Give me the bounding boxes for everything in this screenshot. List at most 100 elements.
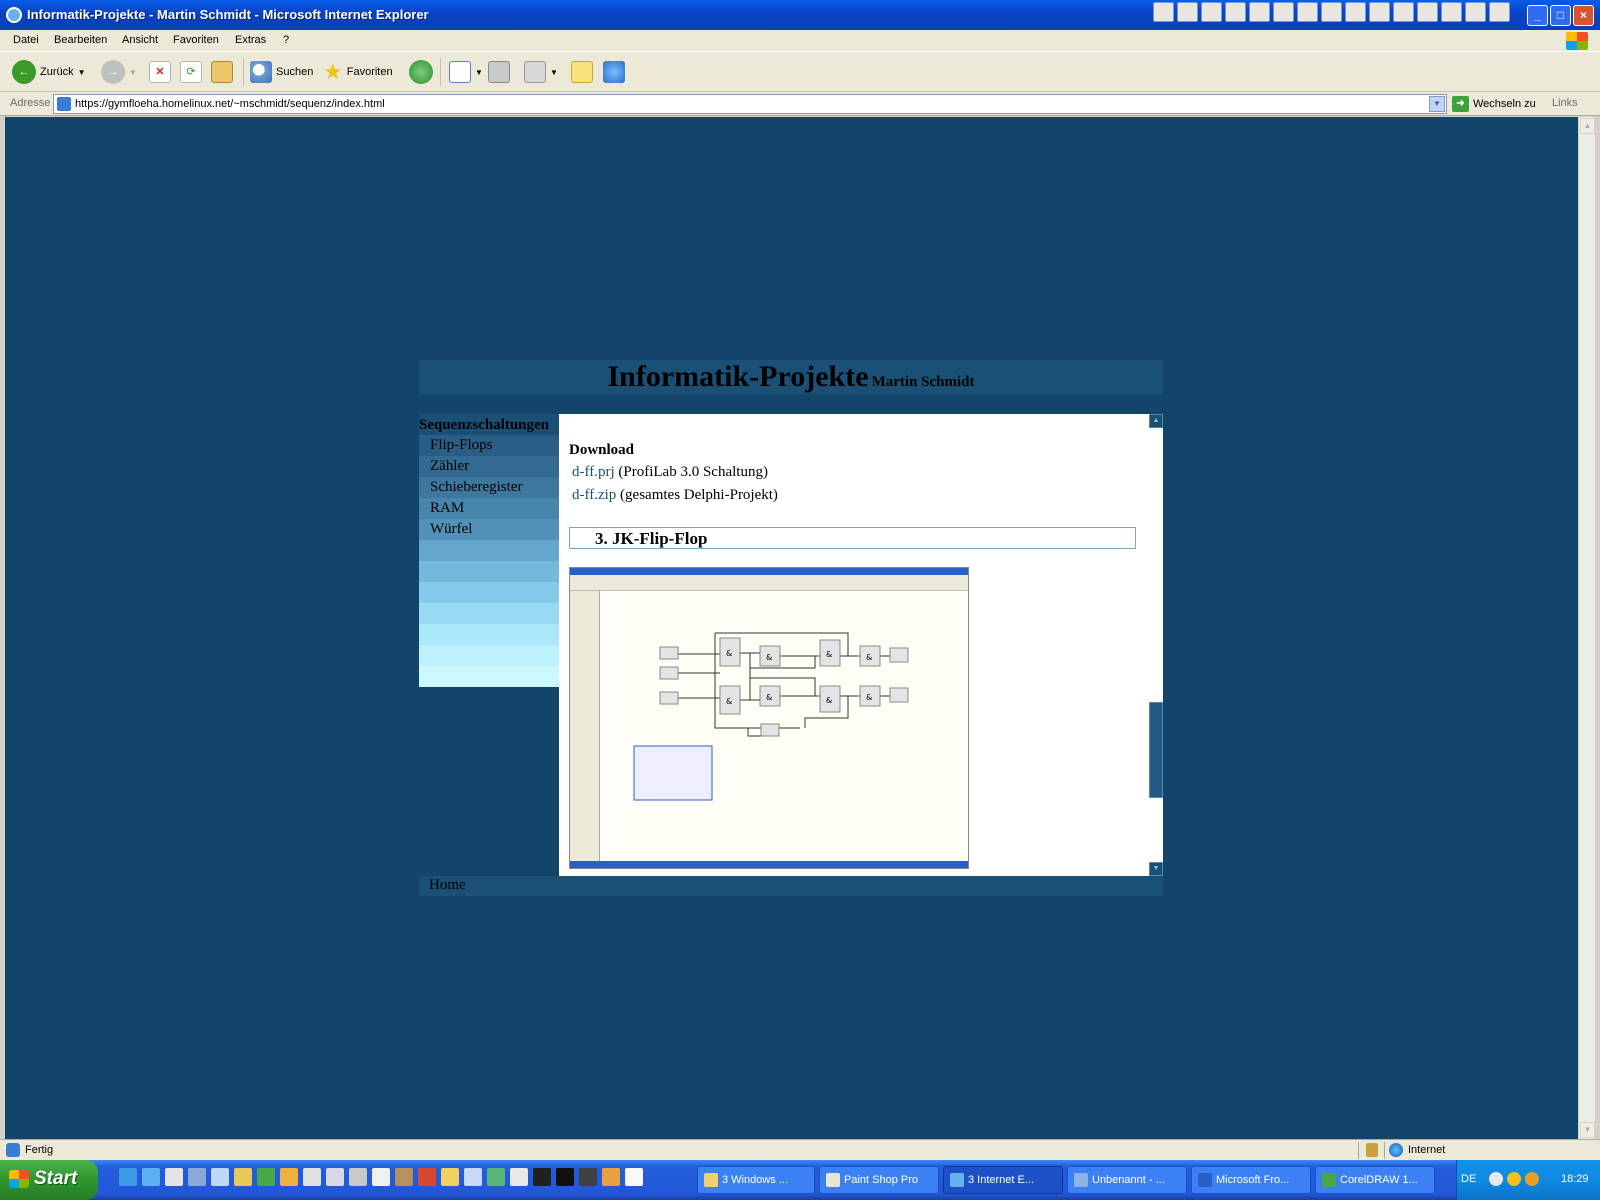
app-shortcut-icon[interactable] <box>1489 2 1510 22</box>
app-shortcut-icon[interactable] <box>1345 2 1366 22</box>
app-icon[interactable] <box>372 1168 390 1186</box>
close-button[interactable]: × <box>1573 5 1594 26</box>
download-link-prj[interactable]: d-ff.prj <box>572 464 615 480</box>
app-icon[interactable] <box>487 1168 505 1186</box>
app-icon[interactable] <box>280 1168 298 1186</box>
app-shortcut-icon[interactable] <box>1249 2 1270 22</box>
language-indicator[interactable]: DE <box>1461 1173 1476 1185</box>
stop-icon[interactable]: ✕ <box>149 61 171 83</box>
history-icon[interactable] <box>409 60 433 84</box>
app-icon[interactable] <box>464 1168 482 1186</box>
app-icon[interactable] <box>349 1168 367 1186</box>
task-microsoft-frontpage[interactable]: Microsoft Fro... <box>1191 1166 1311 1194</box>
app-icon[interactable] <box>257 1168 275 1186</box>
app-icon[interactable] <box>326 1168 344 1186</box>
network-icon[interactable] <box>1489 1172 1503 1186</box>
powerpoint-icon[interactable] <box>1417 2 1438 22</box>
app-icon[interactable] <box>395 1168 413 1186</box>
scroll-up-icon[interactable]: ▲ <box>1149 414 1163 428</box>
edit-button[interactable]: ▼ <box>524 60 558 84</box>
home-link[interactable]: Home <box>429 877 466 894</box>
scroll-down-icon[interactable]: ▼ <box>1149 862 1163 876</box>
minimize-button[interactable]: _ <box>1527 5 1548 26</box>
access-icon[interactable] <box>1465 2 1486 22</box>
menu-favoriten[interactable]: Favoriten <box>173 34 219 46</box>
tray-icon[interactable] <box>1507 1172 1521 1186</box>
ie-icon[interactable] <box>142 1168 160 1186</box>
menu-datei[interactable]: Datei <box>13 34 39 46</box>
chevron-down-icon[interactable]: ▼ <box>1429 96 1445 112</box>
app-icon[interactable] <box>602 1168 620 1186</box>
app-shortcut-icon[interactable] <box>1201 2 1222 22</box>
app-icon[interactable] <box>441 1168 459 1186</box>
app-icon[interactable] <box>510 1168 528 1186</box>
address-url[interactable]: https://gymfloeha.homelinux.net/~mschmid… <box>75 98 385 110</box>
folder-icon[interactable] <box>234 1168 252 1186</box>
ie-icon[interactable] <box>119 1168 137 1186</box>
app-shortcut-icon[interactable] <box>1441 2 1462 22</box>
app-shortcut-icon[interactable] <box>1321 2 1342 22</box>
page-done-icon <box>6 1143 20 1157</box>
maximize-button[interactable]: □ <box>1550 5 1571 26</box>
sidebar-item-flip-flops[interactable]: Flip-Flops <box>419 435 559 456</box>
scroll-up-icon[interactable]: ▲ <box>1580 118 1595 134</box>
app-icon[interactable] <box>556 1168 574 1186</box>
chevron-down-icon[interactable]: ▼ <box>129 68 137 77</box>
app-icon[interactable] <box>625 1168 643 1186</box>
menu-bearbeiten[interactable]: Bearbeiten <box>54 34 107 46</box>
discuss-icon[interactable] <box>571 61 593 83</box>
sidebar-item-zaehler[interactable]: Zähler <box>419 456 559 477</box>
chevron-down-icon[interactable]: ▼ <box>78 68 86 77</box>
app-shortcut-icon[interactable] <box>1273 2 1294 22</box>
chevron-down-icon[interactable]: ▼ <box>475 68 483 77</box>
messenger-icon[interactable] <box>603 61 625 83</box>
task-unbenannt[interactable]: Unbenannt - ... <box>1067 1166 1187 1194</box>
back-button[interactable]: ← Zurück ▼ <box>12 60 86 84</box>
scroll-down-icon[interactable]: ▼ <box>1580 1122 1595 1138</box>
word-icon[interactable] <box>1369 2 1390 22</box>
app-icon[interactable] <box>165 1168 183 1186</box>
favorites-button[interactable]: ★ Favoriten <box>323 59 393 84</box>
links-toolbar[interactable]: Links <box>1552 97 1578 109</box>
content-scrollbar[interactable]: ▲ ▼ <box>1148 414 1163 876</box>
section-heading-box: 3. JK-Flip-Flop <box>569 527 1136 549</box>
app-shortcut-icon[interactable] <box>1177 2 1198 22</box>
app-icon[interactable] <box>579 1168 597 1186</box>
sidebar-item-schieberegister[interactable]: Schieberegister <box>419 477 559 498</box>
app-shortcut-icon[interactable] <box>1153 2 1174 22</box>
task-windows-explorer[interactable]: 3 Windows ... <box>697 1166 815 1194</box>
print-icon[interactable] <box>488 61 510 83</box>
app-icon[interactable] <box>303 1168 321 1186</box>
start-button[interactable]: Start <box>0 1160 98 1200</box>
refresh-icon[interactable]: ⟳ <box>180 61 202 83</box>
console-icon[interactable] <box>533 1168 551 1186</box>
chevron-down-icon[interactable]: ▼ <box>550 68 558 77</box>
app-icon[interactable] <box>188 1168 206 1186</box>
task-coreldraw[interactable]: CorelDRAW 1... <box>1315 1166 1435 1194</box>
window-titlebar[interactable]: Informatik-Projekte - Martin Schmidt - M… <box>0 0 1600 30</box>
forward-button[interactable]: → ▼ <box>101 60 137 84</box>
sidebar-item-ram[interactable]: RAM <box>419 498 559 519</box>
section-title: 3. JK-Flip-Flop <box>595 529 708 548</box>
task-internet-explorer[interactable]: 3 Internet E... <box>943 1166 1063 1194</box>
menu-help[interactable]: ? <box>283 34 289 46</box>
address-input[interactable]: https://gymfloeha.homelinux.net/~mschmid… <box>53 94 1447 114</box>
excel-icon[interactable] <box>1393 2 1414 22</box>
menu-ansicht[interactable]: Ansicht <box>122 34 158 46</box>
mail-icon[interactable] <box>1225 2 1246 22</box>
scroll-thumb[interactable] <box>1149 702 1163 798</box>
search-button[interactable]: Suchen <box>250 60 313 84</box>
search-label: Suchen <box>276 66 314 78</box>
app-icon[interactable] <box>211 1168 229 1186</box>
menu-extras[interactable]: Extras <box>235 34 266 46</box>
app-icon[interactable] <box>418 1168 436 1186</box>
home-icon[interactable] <box>211 61 233 83</box>
go-button[interactable]: ➜ Wechseln zu <box>1452 96 1536 112</box>
app-shortcut-icon[interactable] <box>1297 2 1318 22</box>
mail-button[interactable]: ▼ <box>449 60 483 84</box>
task-paint-shop-pro[interactable]: Paint Shop Pro <box>819 1166 939 1194</box>
download-link-zip[interactable]: d-ff.zip <box>572 487 616 503</box>
page-scrollbar[interactable]: ▲ ▼ <box>1578 117 1595 1139</box>
tray-icon[interactable] <box>1525 1172 1539 1186</box>
sidebar-item-wuerfel[interactable]: Würfel <box>419 519 559 540</box>
